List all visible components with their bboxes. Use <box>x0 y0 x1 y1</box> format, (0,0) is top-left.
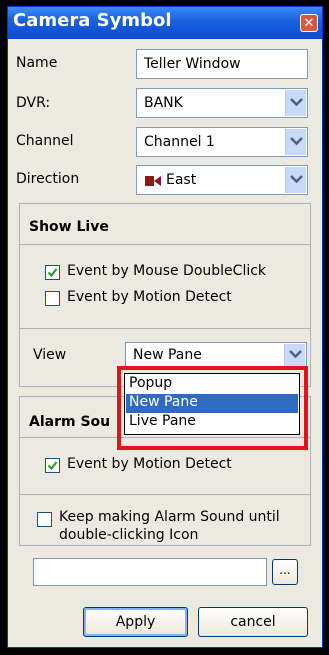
chevron-down-icon <box>290 137 303 146</box>
direction-label: Direction <box>16 171 80 187</box>
view-select[interactable]: New Pane <box>125 342 307 368</box>
motion-detect-checkbox[interactable] <box>45 291 60 306</box>
alarm-motion-detect-label: Event by Motion Detect <box>67 456 232 472</box>
mouse-doubleclick-checkbox[interactable] <box>45 265 60 280</box>
channel-dropdown-button[interactable] <box>285 129 306 155</box>
checkmark-icon <box>47 268 58 278</box>
dvr-label: DVR: <box>16 95 51 111</box>
name-label: Name <box>16 55 58 71</box>
channel-value: Channel 1 <box>144 134 215 150</box>
close-button[interactable]: ✕ <box>300 14 318 32</box>
chevron-down-icon <box>290 175 303 184</box>
motion-detect-label: Event by Motion Detect <box>67 289 232 305</box>
alarm-motion-detect-checkbox[interactable] <box>45 458 60 473</box>
mouse-doubleclick-label: Event by Mouse DoubleClick <box>67 263 267 279</box>
name-input[interactable]: Teller Window <box>136 49 308 79</box>
direction-select[interactable]: East <box>136 165 308 195</box>
channel-select[interactable]: Channel 1 <box>136 127 308 157</box>
channel-label: Channel <box>16 133 74 149</box>
view-value: New Pane <box>133 347 202 363</box>
close-icon[interactable]: ✕ <box>304 16 315 31</box>
browse-label: ... <box>279 563 291 577</box>
alarm-sound-title: Alarm Sou <box>29 414 111 430</box>
cancel-button[interactable]: cancel <box>198 607 308 637</box>
dvr-dropdown-button[interactable] <box>285 90 306 116</box>
highlight-annotation-box <box>117 366 308 450</box>
keep-alarm-label-line2: double-clicking Icon <box>59 527 199 543</box>
divider <box>19 494 311 495</box>
window-title: Camera Symbol <box>13 10 172 31</box>
browse-button[interactable]: ... <box>272 559 298 585</box>
direction-dropdown-button[interactable] <box>285 167 306 193</box>
view-label: View <box>33 347 67 363</box>
apply-button[interactable]: Apply <box>83 607 188 637</box>
camera-symbol-dialog: Camera Symbol ✕ Name Teller Window DVR: … <box>7 6 323 648</box>
chevron-down-icon <box>289 350 302 359</box>
checkmark-icon <box>47 461 58 471</box>
keep-alarm-label-line1: Keep making Alarm Sound until <box>59 509 280 525</box>
view-dropdown-button[interactable] <box>284 344 305 366</box>
title-bar[interactable]: Camera Symbol ✕ <box>8 7 322 39</box>
dvr-select[interactable]: BANK <box>136 88 308 118</box>
direction-value: East <box>166 172 197 188</box>
sound-file-input[interactable] <box>33 558 267 586</box>
keep-alarm-checkbox[interactable] <box>37 512 52 527</box>
divider <box>19 244 311 245</box>
chevron-down-icon <box>290 98 303 107</box>
camera-direction-icon <box>145 176 161 186</box>
dvr-value: BANK <box>144 95 183 111</box>
show-live-title: Show Live <box>29 219 109 235</box>
name-value: Teller Window <box>144 56 241 72</box>
divider <box>19 328 311 329</box>
